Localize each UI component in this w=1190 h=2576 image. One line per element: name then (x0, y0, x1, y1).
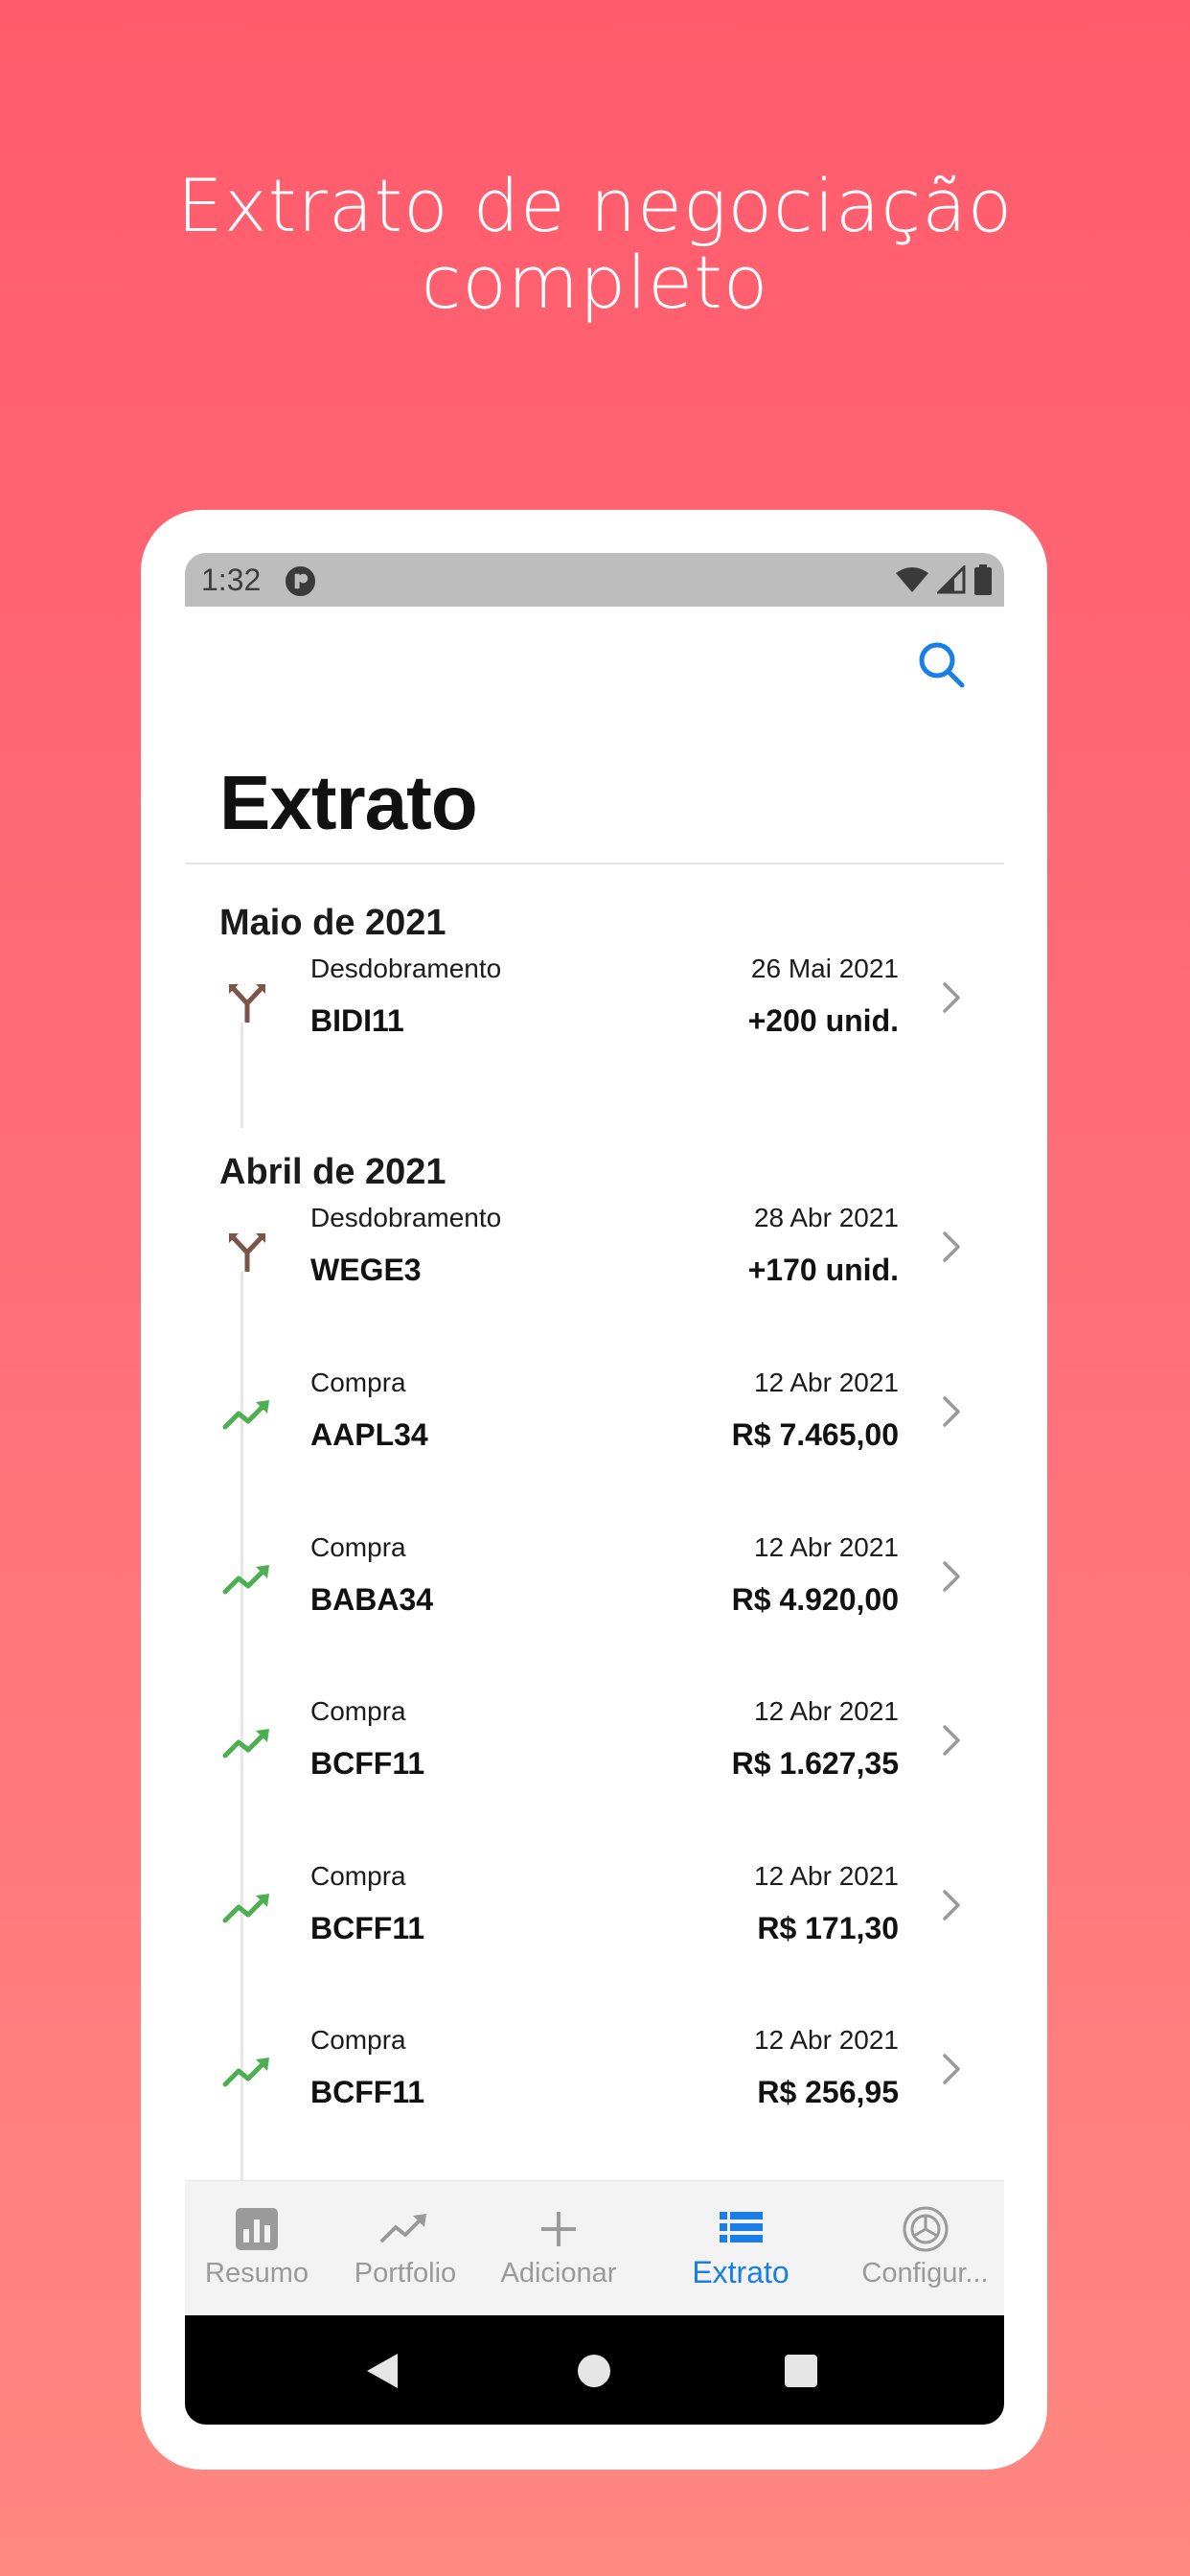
transaction-row[interactable]: Desdobramento WEGE3 28 Abr 2021 +170 uni… (185, 1185, 1004, 1350)
chevron-right-icon (943, 1890, 960, 1920)
phone-frame: 1:32 Extrato Maio de 2021 Desdobramento … (141, 510, 1047, 2470)
transaction-row[interactable]: Compra BCFF11 12 Abr 2021 R$ 1.627,35 (185, 1679, 1004, 1844)
status-bar: 1:32 (185, 553, 1004, 607)
tab-label: Configur... (861, 2258, 989, 2288)
tab-adicionar[interactable]: Adicionar (482, 2181, 635, 2316)
trending-up-icon (222, 1729, 269, 1759)
trending-up-icon (222, 2058, 269, 2087)
tab-label: Resumo (205, 2258, 309, 2288)
status-time: 1:32 (201, 563, 262, 597)
transaction-type: Compra (310, 1532, 406, 1562)
transaction-ticker: WEGE3 (310, 1253, 422, 1287)
tab-label: Portfolio (354, 2258, 457, 2288)
transaction-amount: R$ 7.465,00 (731, 1417, 899, 1452)
app-notification-icon (285, 565, 316, 597)
system-navigation-bar (185, 2315, 1004, 2425)
page-title: Extrato (219, 760, 478, 845)
transaction-type: Compra (310, 1696, 406, 1726)
trending-up-icon (380, 2214, 426, 2242)
battery-icon (974, 564, 992, 595)
tab-label: Extrato (692, 2255, 790, 2289)
transaction-type: Desdobramento (310, 954, 502, 983)
trending-up-icon (222, 1400, 269, 1430)
back-icon[interactable] (365, 2352, 400, 2390)
transaction-row[interactable]: Compra BABA34 12 Abr 2021 R$ 4.920,00 (185, 1515, 1004, 1680)
transaction-date: 12 Abr 2021 (753, 2025, 899, 2055)
transaction-date: 26 Mai 2021 (750, 954, 899, 983)
chevron-right-icon (943, 1231, 960, 1262)
signal-icon (937, 565, 966, 594)
bottom-tab-bar: Resumo Portfolio Adicionar Extrato Confi… (185, 2180, 1004, 2315)
tab-extrato[interactable]: Extrato (654, 2181, 827, 2316)
transaction-type: Compra (310, 1368, 406, 1397)
transaction-amount: R$ 4.920,00 (731, 1582, 899, 1617)
transaction-type: Compra (310, 1861, 406, 1891)
transaction-row[interactable]: Compra BCFF11 12 Abr 2021 R$ 256,95 (185, 2008, 1004, 2173)
trending-up-icon (222, 1894, 269, 1923)
transaction-date: 12 Abr 2021 (753, 1368, 899, 1397)
transaction-date: 12 Abr 2021 (753, 1532, 899, 1562)
transaction-type: Compra (310, 2025, 406, 2055)
transaction-row[interactable]: Compra BCFF11 12 Abr 2021 R$ 171,30 (185, 1844, 1004, 2009)
transaction-ticker: BCFF11 (310, 2075, 425, 2109)
transaction-amount: R$ 1.627,35 (731, 1746, 899, 1781)
transaction-ticker: BCFF11 (310, 1746, 425, 1781)
transaction-ticker: AAPL34 (310, 1417, 428, 1452)
chevron-right-icon (943, 982, 960, 1013)
transaction-date: 12 Abr 2021 (753, 1861, 899, 1891)
wifi-icon (896, 567, 928, 592)
transaction-date: 28 Abr 2021 (753, 1203, 899, 1232)
trending-up-icon (222, 1565, 269, 1595)
tab-label: Adicionar (500, 2258, 617, 2288)
transaction-row[interactable]: Desdobramento BIDI11 26 Mai 2021 +200 un… (185, 936, 1004, 1101)
transaction-ticker: BIDI11 (310, 1003, 404, 1038)
recents-icon[interactable] (784, 2354, 818, 2388)
headline-line-2: completo (421, 240, 769, 325)
transaction-amount: +170 unid. (747, 1253, 899, 1287)
split-icon (229, 1233, 265, 1272)
tab-portfolio[interactable]: Portfolio (329, 2181, 482, 2316)
search-icon[interactable] (914, 637, 968, 691)
headline-line-1: Extrato de negociação (176, 163, 1014, 248)
gear-icon (903, 2206, 948, 2252)
chevron-right-icon (943, 1561, 960, 1592)
list-icon (720, 2212, 763, 2242)
tab-resumo[interactable]: Resumo (185, 2181, 329, 2316)
transaction-ticker: BCFF11 (310, 1911, 425, 1945)
transaction-amount: +200 unid. (747, 1003, 899, 1038)
headline: Extrato de negociação completo (0, 168, 1190, 321)
plus-icon (541, 2212, 576, 2246)
chevron-right-icon (943, 1725, 960, 1756)
bar-chart-icon (236, 2208, 278, 2250)
chevron-right-icon (943, 1396, 960, 1427)
transaction-date: 12 Abr 2021 (753, 1696, 899, 1726)
transaction-ticker: BABA34 (310, 1582, 434, 1617)
tab-configuracoes[interactable]: Configur... (846, 2181, 1004, 2316)
transaction-amount: R$ 171,30 (757, 1911, 899, 1945)
transaction-type: Desdobramento (310, 1203, 502, 1232)
phone-screen: 1:32 Extrato Maio de 2021 Desdobramento … (185, 553, 1004, 2425)
home-icon[interactable] (577, 2354, 611, 2388)
transaction-amount: R$ 256,95 (757, 2075, 899, 2109)
transaction-row[interactable]: Compra AAPL34 12 Abr 2021 R$ 7.465,00 (185, 1350, 1004, 1515)
split-icon (229, 984, 265, 1023)
chevron-right-icon (943, 2054, 960, 2084)
